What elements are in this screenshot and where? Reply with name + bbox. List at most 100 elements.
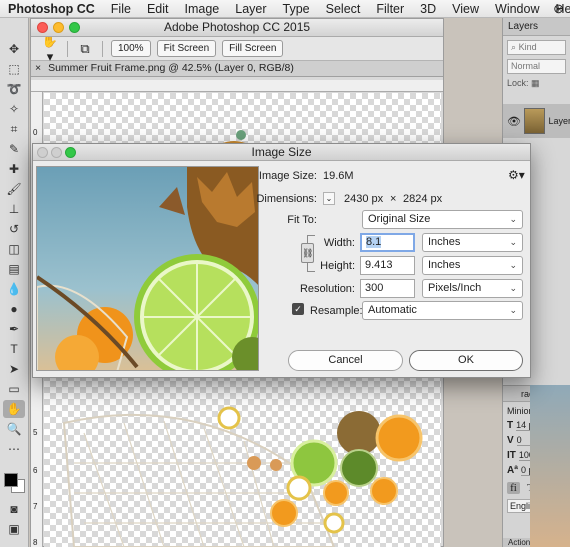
menu-app-name[interactable]: Photoshop CC: [0, 2, 103, 16]
layer-row[interactable]: 👁 Layer: [503, 104, 570, 138]
fill-screen-button[interactable]: Fill Screen: [222, 40, 284, 57]
type-tool-icon[interactable]: T: [3, 340, 25, 358]
resample-select[interactable]: Automatic ⌄: [362, 301, 523, 320]
menu-filter[interactable]: Filter: [368, 2, 412, 16]
height-unit-select[interactable]: Inches ⌄: [422, 256, 523, 275]
dialog-title: Image Size: [251, 145, 312, 159]
cancel-button[interactable]: Cancel: [288, 350, 403, 371]
layers-panel-title[interactable]: Layers: [503, 18, 570, 36]
lasso-tool-icon[interactable]: ➰: [3, 80, 25, 98]
gear-icon[interactable]: ⚙▾: [508, 168, 525, 182]
menu-type[interactable]: Type: [275, 2, 318, 16]
canvas-leaf-top: [236, 130, 246, 140]
canvas-orange-small: [370, 477, 398, 505]
fit-to-value: Original Size: [368, 213, 431, 225]
dimensions-height-px: 2824 px: [403, 193, 443, 205]
dimensions-width-px: 2430 px: [344, 193, 384, 205]
quick-mask-icon[interactable]: ◙: [3, 500, 25, 518]
canvas-bead: [247, 456, 261, 470]
canvas-daisy: [217, 406, 241, 430]
creative-cloud-icon[interactable]: ⊛: [553, 1, 564, 17]
layers-lock-row: Lock: ▦: [507, 78, 566, 89]
resolution-label: Resolution:: [299, 283, 355, 295]
visibility-eye-icon[interactable]: 👁: [507, 115, 521, 128]
zoom-tool-icon[interactable]: 🔍: [3, 420, 25, 438]
menu-view[interactable]: View: [444, 2, 487, 16]
pen-tool-icon[interactable]: ✒: [3, 320, 25, 338]
zoom-100-button[interactable]: 100%: [111, 40, 151, 57]
ruler-mark: 6: [33, 466, 38, 475]
shape-tool-icon[interactable]: ▭: [3, 380, 25, 398]
resample-checkbox[interactable]: ✓: [292, 303, 304, 315]
menu-edit[interactable]: Edit: [139, 2, 177, 16]
options-bar: ✋▾ ⧉ 100% Fit Screen Fill Screen: [31, 33, 443, 64]
menu-file[interactable]: File: [103, 2, 139, 16]
menu-layer[interactable]: Layer: [227, 2, 274, 16]
search-icon: ⌕: [511, 42, 517, 52]
ok-button[interactable]: OK: [409, 350, 523, 371]
dialog-zoom-button[interactable]: [65, 147, 76, 158]
zoom-window-button[interactable]: [69, 22, 80, 33]
menu-select[interactable]: Select: [318, 2, 369, 16]
layers-kind-filter[interactable]: ⌕ Kind: [507, 40, 566, 55]
clone-stamp-tool-icon[interactable]: ⊥: [3, 200, 25, 218]
chevron-down-icon: ⌄: [509, 214, 517, 224]
canvas-orange-small: [323, 480, 349, 506]
height-unit-value: Inches: [428, 259, 461, 271]
brush-tool-icon[interactable]: 🖌: [3, 180, 25, 198]
ligature-button[interactable]: fi: [507, 482, 520, 494]
magic-wand-tool-icon[interactable]: ✧: [3, 100, 25, 118]
hand-tool-icon[interactable]: ✋: [3, 400, 25, 418]
fit-to-label: Fit To:: [287, 214, 317, 226]
resolution-unit-select[interactable]: Pixels/Inch ⌄: [422, 279, 523, 298]
fit-to-select[interactable]: Original Size ⌄: [362, 210, 523, 229]
lock-pixels-icon[interactable]: ▦: [531, 78, 540, 88]
path-selection-tool-icon[interactable]: ➤: [3, 360, 25, 378]
canvas-kiwi-slice: [340, 449, 378, 487]
document-tab[interactable]: × Summer Fruit Frame.png @ 42.5% (Layer …: [31, 61, 443, 77]
width-unit-select[interactable]: Inches ⌄: [422, 233, 523, 252]
marquee-tool-icon[interactable]: ⬚: [3, 60, 25, 78]
menu-3d[interactable]: 3D: [412, 2, 444, 16]
dialog-close-button[interactable]: [37, 147, 48, 158]
dodge-tool-icon[interactable]: ●: [3, 300, 25, 318]
width-value: 8.1: [366, 236, 382, 248]
image-size-dialog: Image Size ⚙▾ Image Size: 19.6M Dimensio…: [32, 143, 531, 378]
ruler-mark: 8: [33, 538, 38, 547]
dimensions-unit-chevron-icon[interactable]: ⌄: [323, 192, 335, 205]
image-size-label: Image Size:: [258, 170, 317, 182]
options-separator: [67, 40, 68, 57]
layers-blend-mode[interactable]: Normal: [507, 59, 566, 74]
width-input[interactable]: 8.1: [360, 233, 415, 252]
ruler-mark: 7: [33, 502, 38, 511]
more-tools-icon[interactable]: ⋯: [3, 440, 25, 458]
ruler-mark: 5: [33, 428, 38, 437]
gradient-tool-icon[interactable]: ▤: [3, 260, 25, 278]
healing-brush-tool-icon[interactable]: ✚: [3, 160, 25, 178]
screen-mode-icon[interactable]: ▣: [3, 520, 25, 538]
hand-tool-preset-icon[interactable]: ✋▾: [41, 33, 59, 65]
eraser-tool-icon[interactable]: ◫: [3, 240, 25, 258]
resolution-input[interactable]: 300: [360, 279, 415, 298]
scroll-all-windows-icon[interactable]: ⧉: [76, 41, 94, 57]
ruler-mark: 0: [33, 128, 38, 137]
foreground-color-swatch[interactable]: [4, 473, 18, 487]
menu-image[interactable]: Image: [177, 2, 228, 16]
chevron-down-icon: ⌄: [509, 305, 517, 315]
crop-tool-icon[interactable]: ⌗: [3, 120, 25, 138]
eyedropper-tool-icon[interactable]: ✎: [3, 140, 25, 158]
baseline-shift-icon: Aª: [507, 465, 518, 476]
dimensions-times: ×: [390, 193, 397, 205]
blur-tool-icon[interactable]: 💧: [3, 280, 25, 298]
vertical-scale-icon: IT: [507, 450, 516, 461]
fit-screen-button[interactable]: Fit Screen: [156, 40, 217, 57]
menu-window[interactable]: Window: [487, 2, 547, 16]
history-brush-tool-icon[interactable]: ↺: [3, 220, 25, 238]
close-window-button[interactable]: [37, 22, 48, 33]
chevron-down-icon: ⌄: [509, 260, 517, 270]
move-tool-icon[interactable]: ✥: [3, 40, 25, 58]
close-tab-icon[interactable]: ×: [35, 62, 41, 74]
minimize-window-button[interactable]: [53, 22, 64, 33]
preview-leaf: [159, 187, 185, 215]
height-input[interactable]: 9.413: [360, 256, 415, 275]
